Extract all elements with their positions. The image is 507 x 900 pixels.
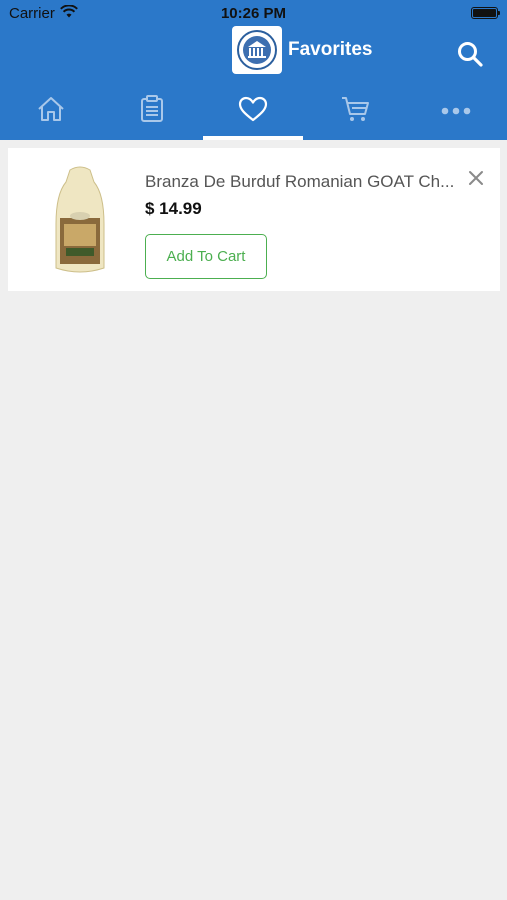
tab-orders[interactable] [102,82,202,140]
clock: 10:26 PM [220,5,287,22]
status-bar: Carrier 10:26 PM [0,0,507,26]
tab-cart[interactable] [305,82,405,140]
header-row: Favorites [0,26,507,76]
tab-bar [0,82,507,140]
cart-icon [340,95,370,128]
product-image[interactable] [48,164,112,276]
building-seal-logo-icon [232,26,282,74]
product-name[interactable]: Branza De Burduf Romanian GOAT Ch... [145,172,465,192]
clipboard-icon [140,94,164,128]
page-title: Favorites [288,39,373,60]
product-price: $ 14.99 [145,199,202,218]
app-header: Carrier 10:26 PM Favorites [0,0,507,140]
tab-home[interactable] [1,82,101,140]
more-dots-icon [441,102,471,120]
heart-icon [238,96,268,127]
add-to-cart-button[interactable]: Add To Cart [145,234,267,279]
tab-more[interactable] [406,82,506,140]
active-tab-indicator [203,136,303,140]
battery-icon [471,7,500,19]
search-icon[interactable] [456,40,484,68]
favorite-item-card: Branza De Burduf Romanian GOAT Ch... $ 1… [8,148,500,291]
close-icon[interactable] [468,170,484,186]
tab-favorites[interactable] [203,82,303,140]
home-icon [36,95,66,128]
